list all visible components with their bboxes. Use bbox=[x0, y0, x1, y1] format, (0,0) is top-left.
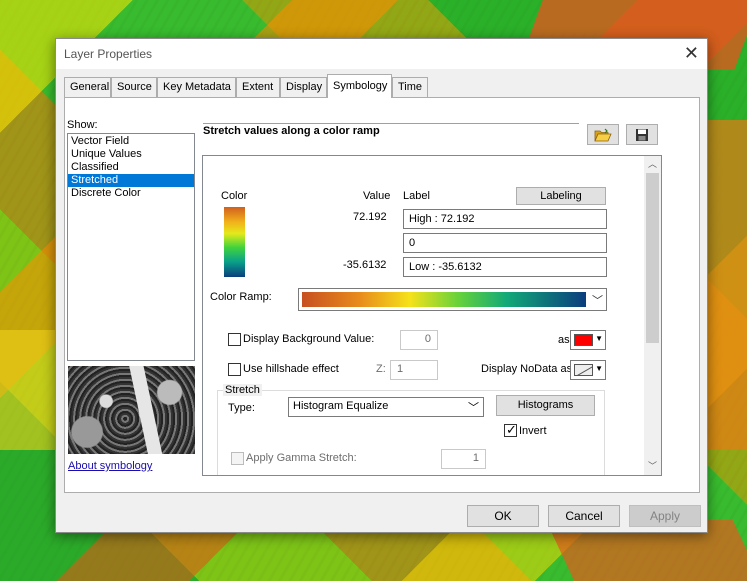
scroll-up-icon[interactable]: ︿ bbox=[644, 156, 661, 173]
hillshade-label: Use hillshade effect bbox=[243, 363, 339, 375]
labeling-button[interactable]: Labeling bbox=[516, 187, 606, 205]
high-label-field[interactable]: High : 72.192 bbox=[403, 209, 607, 229]
gamma-stretch-label: Apply Gamma Stretch: bbox=[246, 452, 357, 464]
raster-patch bbox=[0, 330, 55, 450]
renderer-description: Stretch values along a color ramp bbox=[203, 123, 579, 147]
background-value-checkbox[interactable] bbox=[228, 333, 241, 346]
dropdown-arrow-icon: ▼ bbox=[595, 334, 603, 343]
mid-label-field[interactable]: 0 bbox=[403, 233, 607, 253]
stretch-type-value: Histogram Equalize bbox=[293, 400, 389, 412]
stretch-settings-pane: Color Value Label Labeling 72.192 -35.61… bbox=[202, 155, 662, 476]
background-value-label: Display Background Value: bbox=[243, 333, 375, 345]
about-symbology-link[interactable]: About symbology bbox=[68, 460, 152, 472]
tab-key-metadata[interactable]: Key Metadata bbox=[157, 77, 236, 97]
symbology-panel: Show: Vector Field Unique Values Classif… bbox=[64, 97, 700, 493]
color-ramp-preview bbox=[302, 292, 586, 307]
scrollbar-thumb[interactable] bbox=[646, 173, 659, 343]
background-value-field[interactable]: 0 bbox=[400, 330, 438, 350]
color-header: Color bbox=[221, 190, 248, 202]
as-label: as bbox=[558, 334, 570, 346]
close-icon[interactable]: ✕ bbox=[684, 43, 699, 63]
symbology-preview-image bbox=[68, 366, 195, 454]
list-item-selected[interactable]: Stretched bbox=[68, 174, 194, 187]
renderer-list[interactable]: Vector Field Unique Values Classified St… bbox=[67, 133, 195, 361]
open-folder-icon bbox=[594, 128, 612, 141]
value-header: Value bbox=[363, 190, 391, 202]
list-item[interactable]: Unique Values bbox=[68, 148, 194, 161]
z-factor-field[interactable]: 1 bbox=[390, 360, 438, 380]
nodata-color-picker[interactable]: ▼ bbox=[570, 360, 606, 380]
z-factor-label: Z: bbox=[376, 363, 386, 375]
vertical-scrollbar[interactable]: ︿ ﹀ bbox=[644, 156, 661, 475]
stretch-color-swatch[interactable] bbox=[224, 207, 245, 277]
scroll-down-icon[interactable]: ﹀ bbox=[644, 458, 661, 475]
hillshade-checkbox[interactable] bbox=[228, 363, 241, 376]
nodata-label: Display NoData as bbox=[481, 363, 573, 375]
high-value: 72.192 bbox=[353, 211, 387, 223]
save-disk-icon bbox=[636, 128, 648, 141]
save-button[interactable] bbox=[626, 124, 658, 145]
chevron-down-icon: ﹀ bbox=[468, 402, 479, 414]
label-header: Label bbox=[403, 190, 430, 202]
no-color-swatch bbox=[574, 364, 593, 376]
histograms-button[interactable]: Histograms bbox=[496, 395, 595, 416]
open-folder-button[interactable] bbox=[587, 124, 619, 145]
invert-label: Invert bbox=[519, 425, 547, 437]
show-label: Show: bbox=[67, 119, 98, 131]
tab-general[interactable]: General bbox=[64, 77, 111, 97]
list-item[interactable]: Classified bbox=[68, 161, 194, 174]
gamma-stretch-checkbox[interactable] bbox=[231, 452, 244, 465]
red-color-swatch bbox=[574, 334, 593, 346]
tab-symbology[interactable]: Symbology bbox=[327, 74, 392, 98]
stretch-type-label: Type: bbox=[228, 402, 255, 414]
stretch-type-dropdown[interactable]: Histogram Equalize ﹀ bbox=[288, 397, 484, 417]
tab-display[interactable]: Display bbox=[280, 77, 327, 97]
background-color-picker[interactable]: ▼ bbox=[570, 330, 606, 350]
list-item[interactable]: Discrete Color bbox=[68, 187, 194, 200]
dialog-title: Layer Properties bbox=[64, 47, 153, 61]
low-label-field[interactable]: Low : -35.6132 bbox=[403, 257, 607, 277]
tab-source[interactable]: Source bbox=[111, 77, 157, 97]
ok-button[interactable]: OK bbox=[467, 505, 539, 527]
layer-properties-dialog: Layer Properties ✕ General Source Key Me… bbox=[55, 38, 708, 533]
stretch-group-label: Stretch bbox=[223, 384, 262, 396]
dropdown-arrow-icon: ▼ bbox=[595, 364, 603, 373]
apply-button[interactable]: Apply bbox=[629, 505, 701, 527]
low-value: -35.6132 bbox=[343, 259, 387, 271]
tab-extent[interactable]: Extent bbox=[236, 77, 280, 97]
cancel-button[interactable]: Cancel bbox=[548, 505, 620, 527]
tab-time[interactable]: Time bbox=[392, 77, 428, 97]
list-item[interactable]: Vector Field bbox=[68, 135, 194, 148]
color-ramp-label: Color Ramp: bbox=[210, 291, 272, 303]
chevron-down-icon: ﹀ bbox=[592, 295, 603, 307]
color-ramp-dropdown[interactable]: ﹀ bbox=[298, 288, 607, 311]
invert-checkbox[interactable] bbox=[504, 422, 517, 438]
title-bar[interactable]: Layer Properties ✕ bbox=[56, 39, 707, 69]
gamma-value-field[interactable]: 1 bbox=[441, 449, 486, 469]
